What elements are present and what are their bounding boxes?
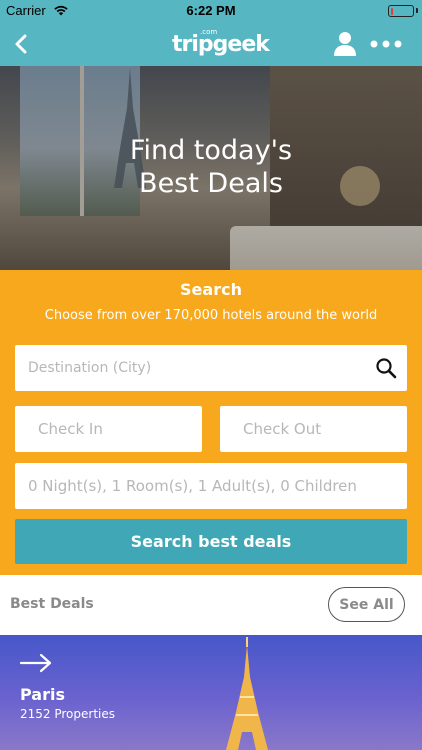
hero-title: Find today's Best Deals <box>0 134 422 200</box>
destination-input[interactable] <box>28 360 368 376</box>
battery-icon <box>388 5 414 17</box>
search-best-deals-button[interactable]: Search best deals <box>15 519 407 564</box>
hero-title-line-1: Find today's <box>129 135 293 166</box>
status-bar: Carrier 6:22 PM <box>0 0 422 22</box>
battery-level <box>390 7 393 15</box>
search-subheading: Choose from over 170,000 hotels around t… <box>44 308 378 323</box>
user-icon[interactable] <box>332 30 358 58</box>
deal-card-paris[interactable]: Paris 2152 Properties <box>0 635 422 750</box>
nav-bar: .com tripgeek <box>0 22 422 66</box>
chevron-left-icon[interactable] <box>8 30 36 58</box>
see-all-button[interactable]: See All <box>328 587 405 622</box>
best-deals-header: Best Deals See All <box>0 575 422 635</box>
logo-text: tripgeek <box>172 32 270 57</box>
search-heading: Search <box>180 280 242 299</box>
check-in-field[interactable]: Check In <box>15 406 202 452</box>
hero-title-line-2: Best Deals <box>139 168 283 199</box>
hero-banner: Find today's Best Deals <box>0 66 422 270</box>
check-in-label: Check In <box>38 420 103 438</box>
deal-city: Paris <box>20 685 65 704</box>
search-panel: Search Choose from over 170,000 hotels a… <box>0 270 422 575</box>
deal-properties: 2152 Properties <box>20 707 115 721</box>
best-deals-title: Best Deals <box>10 596 94 612</box>
check-out-label: Check Out <box>243 420 322 438</box>
eiffel-tower-image <box>226 637 268 750</box>
tripgeek-logo[interactable]: .com tripgeek <box>172 28 270 62</box>
guests-label: 0 Night(s), 1 Room(s), 1 Adult(s), 0 Chi… <box>28 477 357 495</box>
guests-field[interactable]: 0 Night(s), 1 Room(s), 1 Adult(s), 0 Chi… <box>15 463 407 509</box>
arrow-right-icon[interactable] <box>20 653 52 673</box>
check-out-field[interactable]: Check Out <box>220 406 407 452</box>
search-icon[interactable] <box>375 357 397 379</box>
battery-nub <box>416 8 418 13</box>
destination-field[interactable] <box>15 345 407 391</box>
more-horizontal-icon[interactable] <box>368 30 404 58</box>
clock-time: 6:22 PM <box>186 3 236 18</box>
